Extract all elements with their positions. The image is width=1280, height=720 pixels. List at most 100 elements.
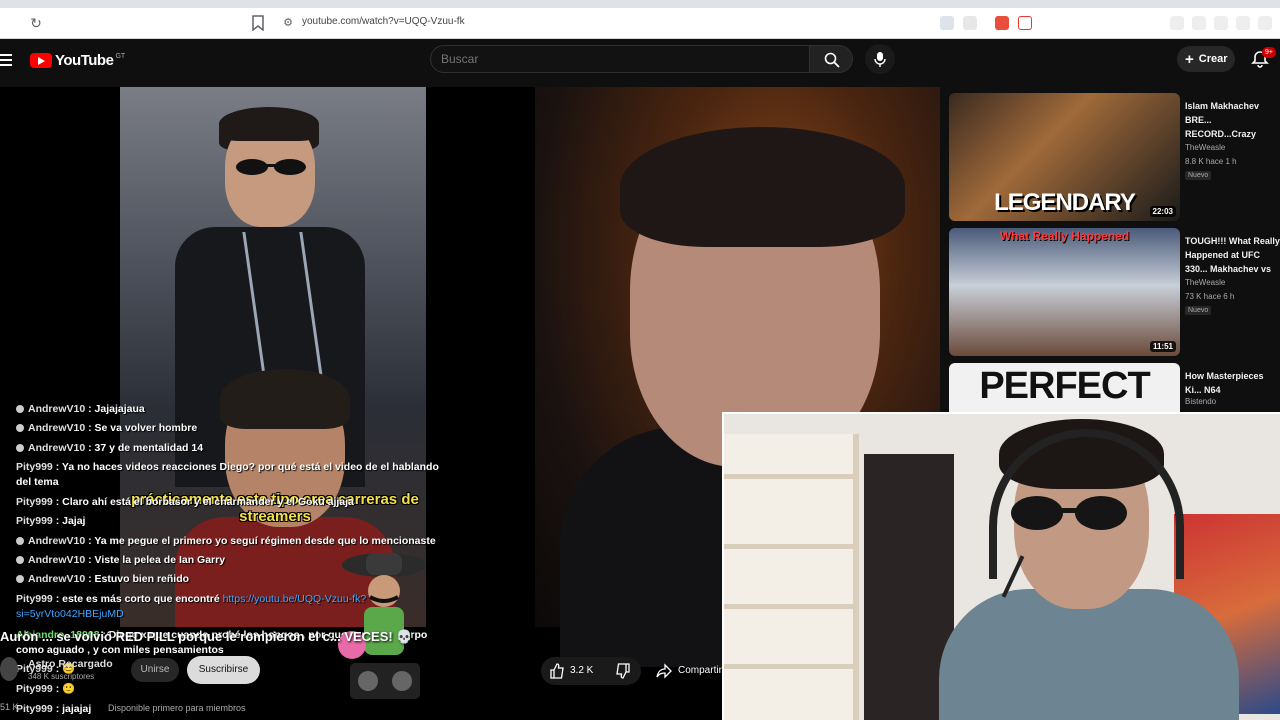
extension-triangle-icon[interactable] [1018,16,1032,30]
chat-author[interactable]: Pity999 [16,683,53,695]
recommendation-item[interactable]: PERFECT How Masterpieces Ki... N64 Biste… [949,363,1280,417]
recommendation-title[interactable]: How Masterpieces Ki... N64 [1185,369,1280,397]
recommendation-title[interactable]: Islam Makhachev BRE... RECORD...Crazy Up… [1185,99,1280,141]
chat-message: Pity999 : Jajaj [16,514,85,529]
chat-author[interactable]: Pity999 [16,703,53,715]
plus-icon: + [1185,50,1194,68]
recommendation-thumbnail[interactable]: PERFECT [949,363,1180,417]
video-duration: 22:03 [1149,206,1176,217]
youtube-logo[interactable]: YouTube GT [30,51,125,69]
like-count: 3.2 K [570,665,594,676]
extension-puzzle-icon[interactable] [1170,16,1184,30]
video-title: Aurón ... se volvió RED PILL porque le r… [0,629,413,644]
new-badge: Nuevo [1185,171,1212,180]
chat-text: : 🙂 [52,683,76,695]
thumbs-down-icon[interactable] [615,663,631,679]
chat-author[interactable]: AndrewV10 [28,535,85,547]
streamer-webcam [722,412,1280,720]
chat-text: : jajajaj [52,703,92,715]
chat-author[interactable]: AndrewV10 [28,422,85,434]
recommendation-thumbnail[interactable]: LEGENDARY 22:03 [949,93,1180,221]
channel-name[interactable]: Astro Recargado [28,658,113,670]
recommendation-meta: 8.8 K hace 1 h [1185,157,1237,166]
url-field[interactable]: ⚙ youtube.com/watch?v=UQQ-Vzuu-fk [276,12,1056,35]
join-button[interactable]: Unirse [131,658,179,682]
thumbnail-text: What Really Happened [999,229,1130,243]
chat-message: AndrewV10 : Viste la pelea de Ian Garry [16,553,225,568]
chat-author[interactable]: AndrewV10 [28,573,85,585]
extension-shield-icon[interactable] [995,16,1009,30]
member-badge-icon [16,556,24,565]
youtube-play-icon [30,52,52,68]
create-button[interactable]: + Crear [1177,46,1235,72]
chat-message: AndrewV10 : 37 y de mentalidad 14 [16,441,203,456]
recommendation-item[interactable]: What Really Happened 11:51 TOUGH!!! What… [949,228,1280,358]
recommendation-channel[interactable]: Bistendo [1185,397,1216,406]
chat-text: : Claro ahí está el borbasor y el charma… [52,496,354,508]
mexican-sticker-icon [338,553,426,699]
chat-author[interactable]: AndrewV10 [28,403,85,415]
chat-message: AndrewV10 : Jajajajaua [16,402,145,417]
reading-list-icon[interactable] [1214,16,1228,30]
recommendation-meta: 73 K hace 6 h [1185,292,1235,301]
subscribe-button[interactable]: Suscribirse [187,656,260,684]
share-icon [656,663,672,679]
create-label: Crear [1198,53,1228,65]
chat-text: : Estuvo bien reñido [85,573,190,585]
webcam-shelf [724,434,859,720]
channel-subscribers: 348 K suscriptores [28,672,95,681]
browser-tab-strip [0,0,1280,8]
member-badge-icon [16,444,24,453]
thumbnail-text: LEGENDARY [994,189,1136,216]
chat-message: Pity999 : jajajaj [16,702,91,717]
site-info-icon[interactable]: ⚙ [281,16,295,30]
member-badge-icon [16,405,24,414]
notifications-badge: 9+ [1262,47,1276,58]
channel-avatar[interactable] [0,657,18,681]
recommendation-item[interactable]: LEGENDARY 22:03 Islam Makhachev BRE... R… [949,93,1280,223]
share-button[interactable]: Compartir [650,657,730,685]
cast-icon[interactable] [963,16,977,30]
logo-text: YouTube [55,51,114,69]
sidebar-icon[interactable] [1236,16,1250,30]
extension-chatgpt-icon[interactable] [1192,16,1206,30]
chat-text: : 37 y de mentalidad 14 [85,442,204,454]
bookmark-icon[interactable] [252,15,264,31]
share-label: Compartir [678,665,722,676]
chat-text: : Se va volver hombre [85,422,198,434]
member-badge-icon [16,575,24,584]
search-box[interactable] [430,45,810,73]
chat-author[interactable]: Pity999 [16,515,53,527]
chat-text: : este es más corto que encontré [52,593,223,605]
search-input[interactable] [441,52,781,66]
members-notice: Disponible primero para miembros [108,703,246,713]
recommendation-channel[interactable]: TheWeasle [1185,143,1225,152]
menu-icon[interactable] [0,54,12,66]
youtube-header: YouTube GT + Crear 9+ [0,39,1280,87]
chat-message: AndrewV10 : Estuvo bien reñido [16,572,189,587]
search-icon [824,52,840,68]
browser-address-bar: ↻ ⚙ youtube.com/watch?v=UQQ-Vzuu-fk [0,8,1280,39]
chat-author[interactable]: AndrewV10 [28,442,85,454]
chat-author[interactable]: Pity999 [16,496,53,508]
chat-author[interactable]: AndrewV10 [28,554,85,566]
recommendation-title[interactable]: TOUGH!!! What Really Happened at UFC 330… [1185,234,1280,276]
thumbs-up-icon[interactable] [549,663,565,679]
tab-search-icon[interactable] [1258,16,1272,30]
video-person-hair [620,127,905,247]
logo-country: GT [115,52,126,60]
voice-search-button[interactable] [865,44,895,74]
video-duration: 11:51 [1149,341,1176,352]
reload-icon[interactable]: ↻ [28,15,44,31]
chat-text: : Viste la pelea de Ian Garry [85,554,226,566]
like-dislike-group: 3.2 K [541,657,641,685]
recommendation-channel[interactable]: TheWeasle [1185,278,1225,287]
chat-author[interactable]: Pity999 [16,593,53,605]
translate-icon[interactable] [940,16,954,30]
recommendations-sidebar: LEGENDARY 22:03 Islam Makhachev BRE... R… [940,87,1280,417]
recommendation-thumbnail[interactable]: What Really Happened 11:51 [949,228,1180,356]
bottom-view-count: 51 K [0,702,19,712]
member-badge-icon [16,424,24,433]
search-button[interactable] [810,45,853,73]
chat-author[interactable]: Pity999 [16,461,53,473]
